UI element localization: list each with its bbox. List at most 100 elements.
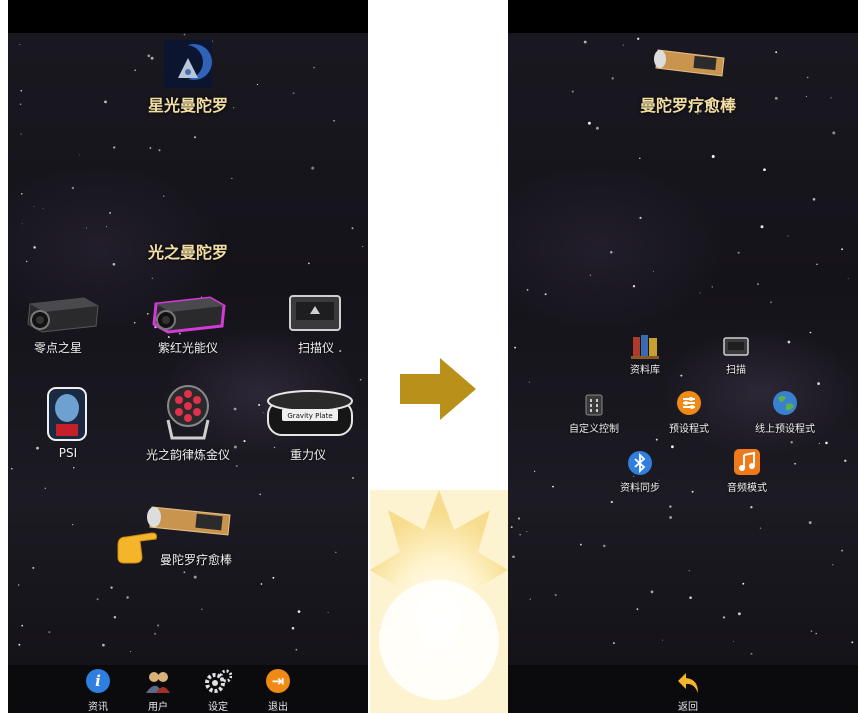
star <box>808 521 812 525</box>
star <box>313 66 315 69</box>
star <box>194 136 196 139</box>
star <box>163 195 165 197</box>
menu-database[interactable] <box>630 333 660 359</box>
scanner-icon <box>289 295 341 331</box>
star <box>533 470 536 473</box>
star <box>815 632 817 635</box>
star <box>33 206 35 208</box>
star <box>295 648 298 651</box>
device-zero-star[interactable] <box>22 290 102 340</box>
star <box>680 374 683 377</box>
star <box>671 445 674 449</box>
back-button[interactable]: 返回 <box>668 665 708 713</box>
nav-label: 资讯 <box>88 702 108 713</box>
star <box>688 570 690 572</box>
bluetooth-icon <box>628 451 652 475</box>
menu-custom-control[interactable] <box>583 393 605 417</box>
nav-users[interactable]: 用户 <box>138 665 178 713</box>
star <box>258 403 261 406</box>
status-bar <box>8 0 368 33</box>
star <box>603 544 606 548</box>
menu-audio-mode[interactable] <box>734 449 760 475</box>
star <box>150 56 154 60</box>
star <box>44 487 47 490</box>
device-alchemy[interactable] <box>162 380 214 442</box>
status-bar <box>508 0 858 33</box>
star <box>86 227 87 229</box>
star <box>587 121 591 125</box>
star <box>273 446 276 449</box>
star <box>112 262 116 266</box>
projector-icon <box>27 297 99 333</box>
star <box>636 37 640 41</box>
nav-label: 退出 <box>268 702 288 713</box>
star <box>750 506 753 509</box>
next-arrow-icon <box>400 358 476 420</box>
star <box>233 407 237 411</box>
star <box>787 340 791 344</box>
star <box>352 477 354 479</box>
star <box>750 652 753 655</box>
menu-scan[interactable] <box>722 336 750 358</box>
menu-online-preset[interactable] <box>772 390 798 416</box>
starfield-background <box>10 33 364 653</box>
star <box>333 119 335 122</box>
bottom-nav: i 资讯 用户 设定 ⇥ 退出 <box>8 665 368 713</box>
star <box>691 490 694 493</box>
star <box>689 596 692 599</box>
star <box>519 534 521 536</box>
star <box>611 77 614 80</box>
device-label: 光之韵律炼金仪 <box>145 448 231 462</box>
menu-label: 音频模式 <box>727 483 767 494</box>
star <box>514 346 517 349</box>
star <box>526 289 529 291</box>
menu-preset-program[interactable] <box>677 391 701 415</box>
section-title: 光之曼陀罗 <box>147 243 228 262</box>
star <box>589 274 591 276</box>
star <box>21 624 24 627</box>
device-gravity[interactable]: Gravity Plate <box>264 385 356 441</box>
star <box>102 643 105 647</box>
device-healing-wand[interactable] <box>144 495 238 541</box>
menu-label: 线上预设程式 <box>755 424 815 435</box>
nav-label: 设定 <box>208 702 228 713</box>
star <box>72 524 74 526</box>
menu-label: 资料库 <box>630 365 660 376</box>
star <box>655 438 658 441</box>
star <box>639 157 641 159</box>
app-title: 星光曼陀罗 <box>147 96 228 115</box>
star <box>742 582 745 585</box>
device-label: 重力仪 <box>289 448 327 462</box>
star <box>595 126 599 130</box>
nav-news[interactable]: i 资讯 <box>78 665 118 713</box>
star <box>832 563 834 566</box>
device-psi[interactable] <box>46 386 90 442</box>
menu-data-sync[interactable] <box>627 450 653 476</box>
led-spotlight-icon <box>166 385 210 440</box>
star <box>544 293 547 296</box>
star <box>806 76 809 79</box>
star <box>297 610 301 613</box>
star <box>844 459 847 463</box>
star <box>636 608 639 610</box>
star <box>817 382 820 385</box>
star <box>737 612 741 616</box>
star <box>775 51 778 54</box>
star <box>733 640 735 642</box>
star <box>632 285 636 288</box>
device-purple-light[interactable] <box>148 290 228 340</box>
nav-exit[interactable]: ⇥ 退出 <box>258 665 298 713</box>
users-icon <box>146 672 170 693</box>
back-label: 返回 <box>678 702 698 713</box>
star <box>816 263 818 266</box>
star <box>711 286 713 288</box>
star <box>96 598 99 601</box>
device-scanner[interactable] <box>286 290 346 340</box>
star <box>832 131 836 135</box>
menu-label: 扫描 <box>726 365 746 376</box>
wand-screen: 曼陀罗疗愈棒 资料库 扫描 自定义控制 预设程式 线上预设程式 资料同步 音频模… <box>508 0 858 713</box>
star <box>233 445 237 449</box>
star <box>151 277 153 279</box>
star <box>579 543 582 546</box>
nav-settings[interactable]: 设定 <box>198 665 238 713</box>
